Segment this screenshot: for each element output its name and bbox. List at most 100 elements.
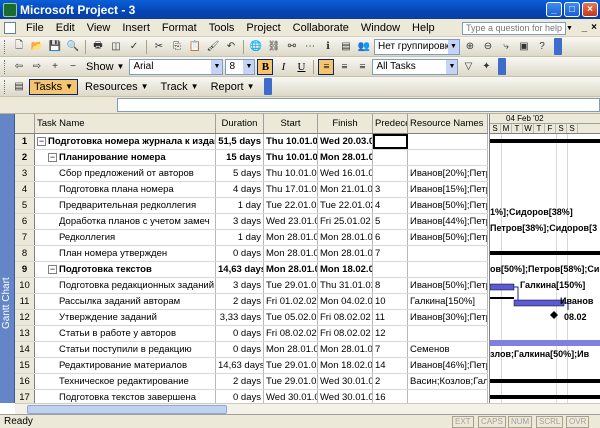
duration-cell[interactable]: 15 days	[216, 150, 264, 165]
column-header-predecessors[interactable]: Predece	[373, 114, 408, 133]
predecessors-cell[interactable]: 8	[373, 278, 408, 293]
finish-cell[interactable]: Wed 16.01.02	[318, 166, 373, 181]
duration-cell[interactable]: 1 day	[216, 198, 264, 213]
copy-icon[interactable]: ⎘	[170, 40, 184, 54]
start-cell[interactable]: Mon 28.01.02	[264, 246, 318, 261]
row-number[interactable]: 16	[15, 374, 35, 389]
minimize-button[interactable]: _	[546, 2, 562, 17]
new-icon[interactable]: 🗋	[12, 40, 26, 54]
collapse-icon[interactable]: −	[48, 264, 57, 274]
plus-icon[interactable]: +	[48, 60, 62, 74]
table-row[interactable]: 9− Подготовка текстов 14,63 days Mon 28.01.…	[15, 262, 488, 278]
start-cell[interactable]: Thu 17.01.02	[264, 182, 318, 197]
resource-names-cell[interactable]	[408, 134, 488, 149]
table-row[interactable]: 11 Рассылка заданий авторам 2 days Fri 01.0…	[15, 294, 488, 310]
zoom-out-icon[interactable]: ⊖	[481, 40, 495, 54]
track-button[interactable]: Track ▼	[156, 79, 204, 95]
task-name-cell[interactable]: − Планирование номера	[35, 150, 216, 165]
start-cell[interactable]: Tue 22.01.02	[264, 198, 318, 213]
undo-icon[interactable]: ↶	[224, 40, 238, 54]
table-row[interactable]: 10 Подготовка редакционных заданий 3 days T…	[15, 278, 488, 294]
select-all-corner[interactable]	[15, 114, 35, 133]
row-number[interactable]: 12	[15, 310, 35, 325]
duration-cell[interactable]: 3,33 days	[216, 310, 264, 325]
resource-names-cell[interactable]	[408, 150, 488, 165]
resource-names-cell[interactable]: Семенов	[408, 342, 488, 357]
resource-names-cell[interactable]: Иванов[44%];Петро	[408, 214, 488, 229]
table-row[interactable]: 5 Предварительная редколлегия 1 day Tue 22.…	[15, 198, 488, 214]
start-cell[interactable]: Wed 30.01.02	[264, 390, 318, 403]
chevron-down-icon[interactable]: ▼	[211, 59, 223, 74]
start-cell[interactable]: Thu 10.01.02	[264, 150, 318, 165]
doc-minimize-button[interactable]: _	[582, 22, 588, 33]
row-number[interactable]: 9	[15, 262, 35, 277]
row-number[interactable]: 3	[15, 166, 35, 181]
finish-cell[interactable]: Mon 28.01.02	[318, 342, 373, 357]
gantt-chart[interactable]: 04 Feb '02 S M T W T F S S 1%];Сидоров[3…	[489, 114, 600, 403]
start-cell[interactable]: Fri 01.02.02	[264, 294, 318, 309]
collapse-icon[interactable]: −	[37, 136, 46, 146]
document-icon[interactable]	[4, 21, 16, 34]
table-row[interactable]: 14 Статьи поступили в редакцию 0 days Mon 2…	[15, 342, 488, 358]
table-row[interactable]: 12 Утверждение заданий 3,33 days Tue 05.02.…	[15, 310, 488, 326]
hyperlink-icon[interactable]: 🌐	[249, 40, 263, 54]
duration-cell[interactable]: 5 days	[216, 166, 264, 181]
grouping-select[interactable]: Нет группировки ▼	[374, 38, 460, 55]
print-preview-icon[interactable]: ◫	[109, 40, 123, 54]
resource-names-cell[interactable]: Иванов[50%];Петро	[408, 278, 488, 293]
duration-cell[interactable]: 14,63 days	[216, 358, 264, 373]
task-name-cell[interactable]: Подготовка текстов завершена	[35, 390, 216, 403]
row-number[interactable]: 10	[15, 278, 35, 293]
font-size-select[interactable]: 8 ▼	[225, 58, 256, 75]
toolbar-grip[interactable]	[4, 79, 7, 94]
predecessors-cell[interactable]	[373, 262, 408, 277]
table-row[interactable]: 6 Доработка планов с учетом замеч 3 days We…	[15, 214, 488, 230]
menu-view[interactable]: View	[81, 19, 117, 37]
finish-cell[interactable]: Wed 30.01.02	[318, 390, 373, 403]
gantt-wizard-icon[interactable]: ✦	[479, 60, 493, 74]
predecessors-cell[interactable]: 10	[373, 294, 408, 309]
start-cell[interactable]: Mon 28.01.02	[264, 262, 318, 277]
chevron-down-icon[interactable]: ▼	[566, 22, 574, 35]
task-name-cell[interactable]: Редактирование материалов	[35, 358, 216, 373]
resource-names-cell[interactable]: Галкина[150%]	[408, 294, 488, 309]
row-number[interactable]: 6	[15, 214, 35, 229]
search-file-icon[interactable]: 🔍	[66, 40, 80, 54]
finish-cell[interactable]: Mon 18.02.02	[318, 262, 373, 277]
font-select[interactable]: Arial ▼	[129, 58, 224, 75]
predecessors-cell[interactable]: 5	[373, 214, 408, 229]
show-menu[interactable]: Show ▼	[83, 61, 127, 73]
predecessors-cell[interactable]: 12	[373, 326, 408, 341]
start-cell[interactable]: Thu 10.01.02	[264, 134, 318, 149]
row-number[interactable]: 4	[15, 182, 35, 197]
duration-cell[interactable]: 0 days	[216, 342, 264, 357]
start-cell[interactable]: Mon 28.01.02	[264, 342, 318, 357]
resource-names-cell[interactable]: Иванов[30%];Петро	[408, 310, 488, 325]
finish-cell[interactable]: Mon 28.01.02	[318, 230, 373, 245]
table-row[interactable]: 3 Сбор предложений от авторов 5 days Thu 10…	[15, 166, 488, 182]
doc-close-button[interactable]: ×	[591, 22, 597, 33]
chevron-down-icon[interactable]: ▼	[243, 59, 255, 74]
task-name-cell[interactable]: Утверждение заданий	[35, 310, 216, 325]
task-name-cell[interactable]: Подготовка плана номера	[35, 182, 216, 197]
menu-project[interactable]: Project	[240, 19, 286, 37]
task-name-cell[interactable]: Техническое редактирование	[35, 374, 216, 389]
assign-resources-icon[interactable]: 👥	[357, 40, 371, 54]
duration-cell[interactable]: 0 days	[216, 390, 264, 403]
duration-cell[interactable]: 3 days	[216, 214, 264, 229]
toolbar-options-icon[interactable]	[554, 38, 562, 55]
row-number[interactable]: 14	[15, 342, 35, 357]
minus-icon[interactable]: −	[66, 60, 80, 74]
report-button[interactable]: Report ▼	[206, 79, 260, 95]
menu-tools[interactable]: Tools	[203, 19, 241, 37]
start-cell[interactable]: Mon 28.01.02	[264, 230, 318, 245]
menu-window[interactable]: Window	[355, 19, 406, 37]
task-name-cell[interactable]: Статьи в работе у авторов	[35, 326, 216, 341]
task-name-cell[interactable]: Рассылка заданий авторам	[35, 294, 216, 309]
predecessors-cell[interactable]: 16	[373, 390, 408, 403]
resource-names-cell[interactable]	[408, 246, 488, 261]
filter-select[interactable]: All Tasks ▼	[372, 58, 459, 75]
predecessors-cell[interactable]	[373, 150, 408, 165]
duration-cell[interactable]: 0 days	[216, 326, 264, 341]
table-row[interactable]: 8План номера утвержден0 daysMon 28.01.02…	[15, 246, 488, 262]
